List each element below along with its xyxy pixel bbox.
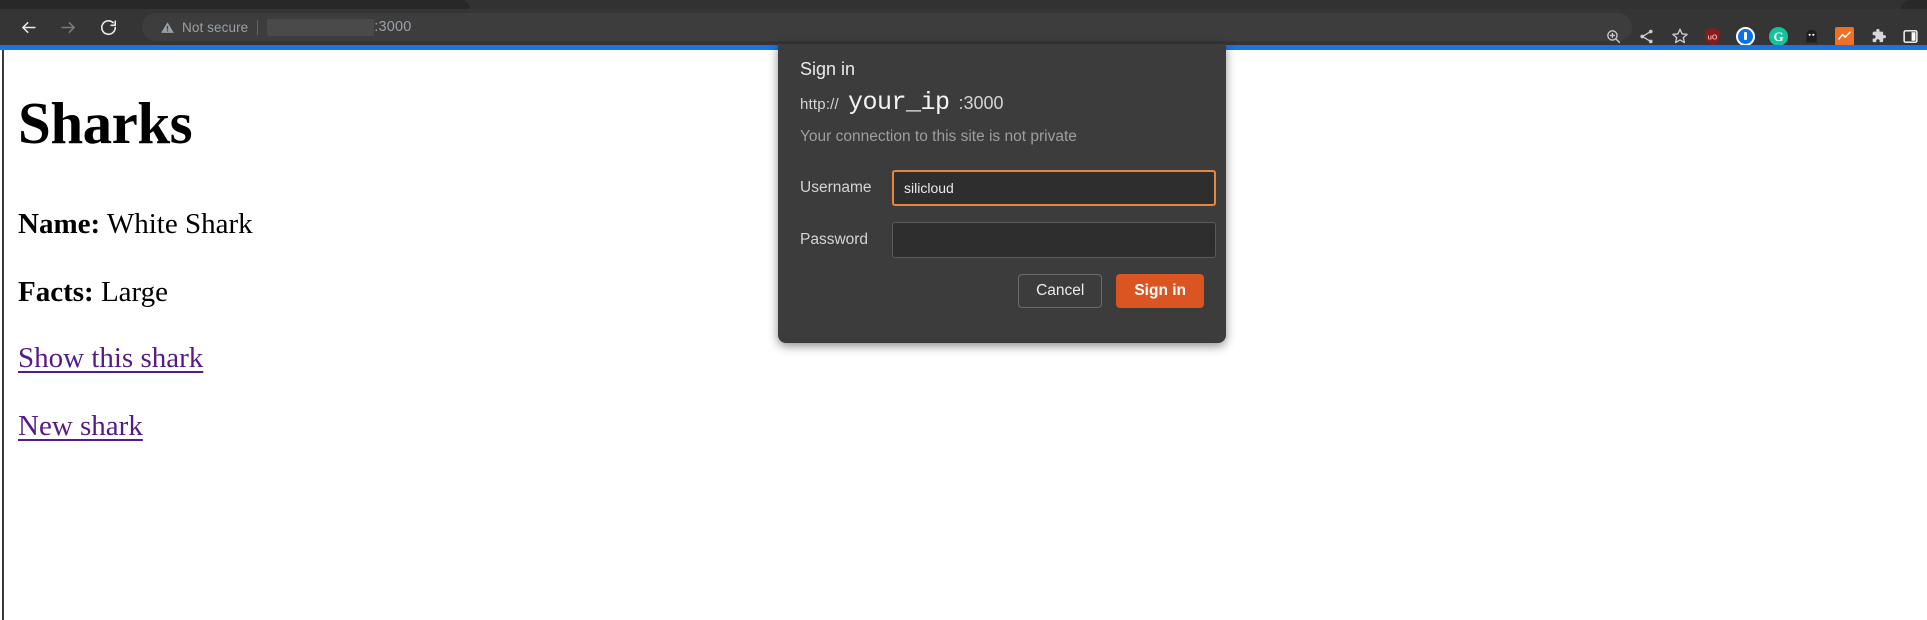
tab-strip [0,0,1927,9]
svg-text:uO: uO [1708,33,1718,41]
url-port: :3000 [374,19,412,35]
page-title: Sharks [18,90,193,156]
forward-button[interactable] [48,9,88,45]
password-field-row: Password [800,222,1216,258]
browser-window: Not secure :3000 uO G Sharks Name: White… [0,0,1927,620]
dialog-url-scheme: http:// [800,96,839,113]
shark-facts-value: Large [100,276,169,308]
arrow-left-icon [19,18,38,37]
dialog-subtitle: Your connection to this site is not priv… [800,128,1077,145]
shark-name-label: Name: [18,208,101,240]
tab-strip-right-cap [1901,0,1927,9]
1password-glyph [1736,26,1755,46]
dialog-actions: Cancel Sign in [1018,274,1204,308]
security-status-label: Not secure [182,19,249,35]
back-button[interactable] [8,9,48,45]
username-label: Username [800,179,872,196]
browser-toolbar: Not secure :3000 uO G [0,9,1927,46]
url-host-redacted [267,18,375,36]
grammarly-glyph: G [1769,26,1788,46]
password-input[interactable] [892,222,1216,258]
omnibox-divider [257,19,259,35]
username-input[interactable] [892,170,1216,206]
dialog-url-host: your_ip [847,88,950,117]
analytics-chart-glyph [1835,26,1854,46]
arrow-right-icon [59,18,78,37]
shark-name-value: White Shark [106,208,253,240]
new-shark-link[interactable]: New shark [18,412,143,441]
reload-icon [99,18,118,37]
show-this-shark-link[interactable]: Show this shark [18,344,203,373]
dialog-title: Sign in [800,59,856,79]
ghostery-glyph [1802,27,1821,46]
username-field-row: Username [800,170,1216,206]
cancel-button[interactable]: Cancel [1018,274,1103,308]
dialog-url: http:// your_ip :3000 [800,88,1004,117]
url-text: :3000 [267,18,412,36]
shark-facts-label: Facts: [18,276,94,308]
sign-in-dialog: Sign in http:// your_ip :3000 Your conne… [778,44,1226,343]
reload-button[interactable] [88,9,128,45]
dialog-url-port: :3000 [958,93,1004,113]
shark-facts-row: Facts: Large [18,278,168,307]
password-label: Password [800,231,869,248]
sign-in-button[interactable]: Sign in [1116,274,1204,308]
warning-triangle-icon[interactable] [160,20,175,35]
active-tab[interactable] [0,0,470,9]
address-bar[interactable]: Not secure :3000 [142,13,1632,41]
shark-name-row: Name: White Shark [18,210,253,239]
